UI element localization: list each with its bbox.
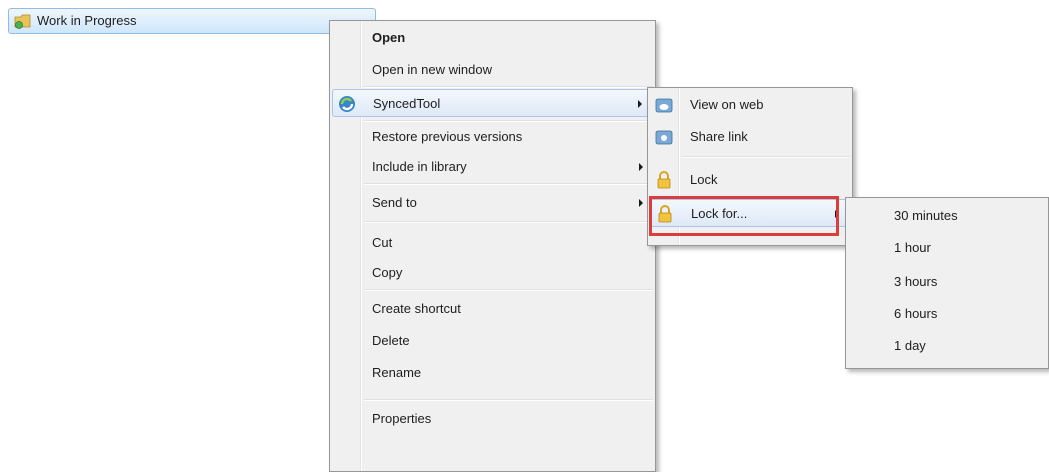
menu-item-label: Lock for... [691, 206, 748, 221]
menu-item-create-shortcut[interactable]: Create shortcut [332, 295, 653, 323]
menu-item-label: Copy [372, 265, 403, 280]
folder-sync-icon [14, 14, 31, 29]
menu-item-open[interactable]: Open [332, 24, 653, 52]
menu-item-label: 3 hours [894, 274, 938, 289]
menu-item-label: Send to [372, 195, 417, 210]
menu-item-rename[interactable]: Rename [332, 359, 653, 387]
menu-item-syncedtool[interactable]: SyncedTool [332, 89, 653, 117]
cloud-folder-icon [655, 98, 673, 113]
menu-separator [364, 289, 653, 291]
submenu-arrow-icon [639, 199, 643, 207]
menu-item-label: Open in new window [372, 62, 492, 77]
menu-item-label: 1 hour [894, 240, 931, 255]
menu-separator [364, 86, 653, 88]
context-menu: Open Open in new window SyncedTool Resto… [329, 20, 656, 472]
menu-item-lock-for[interactable]: Lock for... [650, 199, 850, 227]
folder-item-work-in-progress[interactable]: Work in Progress [8, 8, 376, 34]
menu-item-label: Lock [690, 172, 718, 187]
syncedtool-icon [339, 96, 355, 112]
menu-separator [682, 156, 850, 158]
menu-item-label: 1 day [894, 338, 926, 353]
menu-item-copy[interactable]: Copy [332, 259, 653, 287]
lock-for-submenu: 30 minutes 1 hour 3 hours 6 hours 1 day [845, 197, 1049, 369]
menu-item-restore-previous-versions[interactable]: Restore previous versions [332, 123, 653, 151]
menu-item-cut[interactable]: Cut [332, 229, 653, 257]
menu-item-label: Include in library [372, 159, 467, 174]
menu-item-view-on-web[interactable]: View on web [650, 91, 850, 119]
menu-item-include-in-library[interactable]: Include in library [332, 153, 653, 181]
menu-separator [364, 399, 653, 401]
menu-item-lock-1-day[interactable]: 1 day [848, 332, 1046, 360]
menu-item-label: Share link [690, 129, 748, 144]
menu-item-label: Open [372, 30, 406, 45]
menu-item-open-new-window[interactable]: Open in new window [332, 56, 653, 84]
menu-separator [364, 120, 653, 122]
menu-item-properties[interactable]: Properties [332, 405, 653, 433]
menu-item-label: 30 minutes [894, 208, 958, 223]
menu-item-label: Create shortcut [372, 301, 461, 316]
menu-item-send-to[interactable]: Send to [332, 189, 653, 217]
menu-separator [364, 183, 653, 185]
menu-item-label: SyncedTool [373, 96, 441, 111]
menu-separator [364, 221, 653, 223]
lock-icon [657, 171, 671, 189]
menu-item-label: View on web [690, 97, 764, 112]
menu-item-share-link[interactable]: Share link [650, 123, 850, 151]
share-folder-icon [655, 130, 673, 145]
menu-item-label: Cut [372, 235, 393, 250]
menu-item-label: Properties [372, 411, 432, 426]
menu-item-lock-30-minutes[interactable]: 30 minutes [848, 202, 1046, 230]
menu-item-lock-3-hours[interactable]: 3 hours [848, 268, 1046, 296]
submenu-arrow-icon [638, 100, 642, 108]
menu-item-lock[interactable]: Lock [650, 166, 850, 194]
menu-item-lock-6-hours[interactable]: 6 hours [848, 300, 1046, 328]
submenu-arrow-icon [835, 210, 839, 218]
lock-icon [658, 205, 672, 223]
syncedtool-submenu: View on web Share link Lock Lock for... [647, 87, 853, 246]
folder-label: Work in Progress [37, 13, 137, 28]
menu-item-label: Restore previous versions [372, 129, 523, 144]
menu-item-delete[interactable]: Delete [332, 327, 653, 355]
submenu-arrow-icon [639, 163, 643, 171]
menu-item-lock-1-hour[interactable]: 1 hour [848, 234, 1046, 262]
menu-item-label: Delete [372, 333, 410, 348]
menu-item-label: 6 hours [894, 306, 938, 321]
menu-item-label: Rename [372, 365, 422, 380]
